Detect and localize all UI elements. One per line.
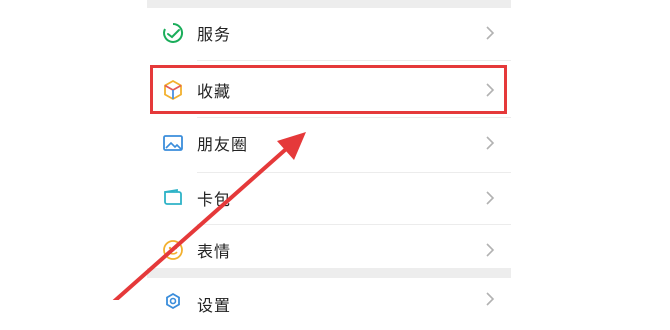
menu-item-label: 卡包 xyxy=(197,190,232,209)
menu-item-label: 服务 xyxy=(197,25,232,44)
menu-item-stickers[interactable]: 表情 xyxy=(147,225,511,275)
chevron-right-icon xyxy=(483,191,497,205)
wallet-card-icon xyxy=(161,186,185,210)
smiley-emoji-icon xyxy=(161,238,185,262)
highlight-box xyxy=(150,65,507,114)
chevron-right-icon xyxy=(483,26,497,40)
menu-item-settings[interactable]: 设置 xyxy=(147,278,511,330)
menu-panel: 服务 收藏 朋友圈 卡包 表情 设置 xyxy=(147,0,511,318)
menu-item-card-wallet[interactable]: 卡包 xyxy=(147,173,511,223)
menu-group-settings: 设置 xyxy=(147,278,511,318)
menu-item-label: 朋友圈 xyxy=(197,135,249,154)
moments-image-icon xyxy=(161,131,185,155)
menu-item-label: 表情 xyxy=(197,242,232,261)
menu-group-main: 服务 收藏 朋友圈 卡包 表情 xyxy=(147,8,511,268)
settings-gear-icon xyxy=(161,290,185,314)
chevron-right-icon xyxy=(483,243,497,257)
menu-item-moments[interactable]: 朋友圈 xyxy=(147,118,511,168)
menu-item-services[interactable]: 服务 xyxy=(147,8,511,58)
menu-item-label: 设置 xyxy=(197,296,232,315)
divider xyxy=(197,60,511,61)
chevron-right-icon xyxy=(483,292,497,306)
service-check-icon xyxy=(161,21,185,45)
chevron-right-icon xyxy=(483,136,497,150)
